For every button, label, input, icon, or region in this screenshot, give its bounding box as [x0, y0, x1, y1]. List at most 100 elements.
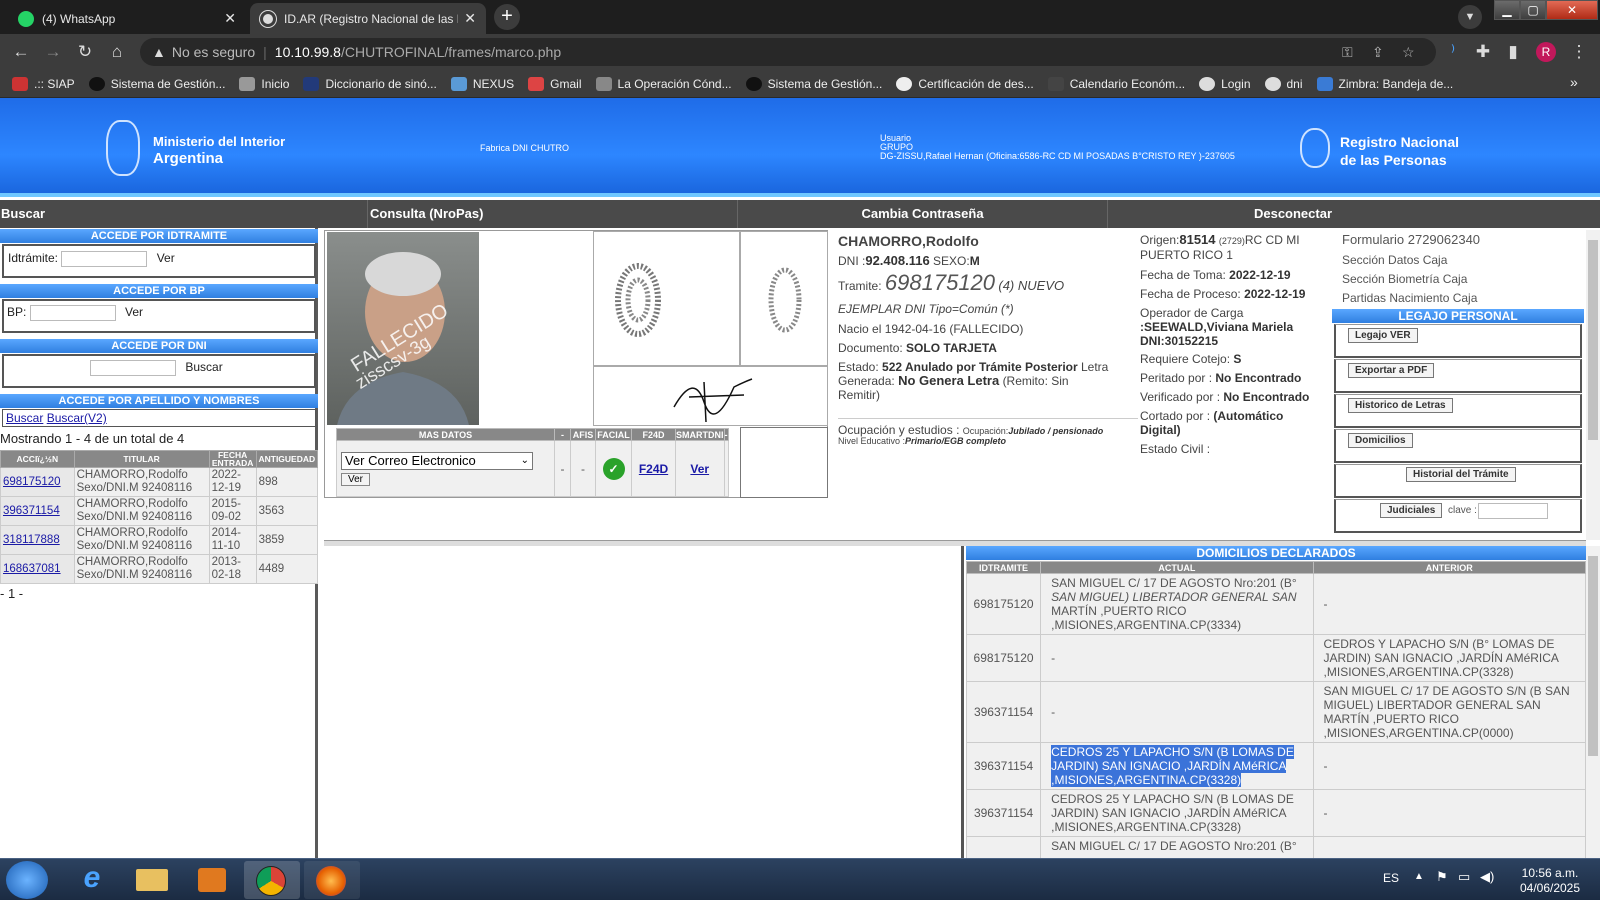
home-icon[interactable]: ⌂ — [106, 42, 128, 62]
bookmark-nexus[interactable]: NEXUS — [450, 76, 514, 91]
media-player-icon[interactable] — [184, 861, 240, 899]
fecha-cell: 2022- 12-19 — [208, 467, 257, 497]
tab-idar[interactable]: ID.AR (Registro Nacional de las P ✕ — [250, 3, 486, 34]
side-panel-icon[interactable]: ▮ — [1502, 42, 1524, 62]
volume-icon[interactable]: ◀) — [1480, 869, 1494, 885]
bookmark-calendario[interactable]: Calendario Económ... — [1047, 76, 1185, 91]
window-close-button[interactable]: ✕ — [1546, 0, 1598, 20]
internet-explorer-icon[interactable]: e — [64, 861, 120, 899]
chrome-icon[interactable] — [244, 861, 300, 899]
bookmark-operacion[interactable]: La Operación Cónd... — [595, 76, 732, 91]
bookmark-login[interactable]: Login — [1199, 76, 1251, 91]
historico-letras-button[interactable]: Historico de Letras — [1348, 398, 1453, 413]
bookmark-sistema-gestion-2[interactable]: Sistema de Gestión... — [745, 76, 882, 91]
share-icon[interactable]: ⇪ — [1372, 44, 1384, 61]
minimize-button[interactable]: ▁ — [1494, 0, 1520, 20]
tramite-link[interactable]: 168637081 — [0, 554, 75, 584]
security-label[interactable]: No es seguro — [172, 44, 255, 60]
maximize-button[interactable]: ▢ — [1520, 0, 1546, 20]
exportar-pdf-button[interactable]: Exportar a PDF — [1348, 363, 1435, 378]
menu-desconectar[interactable]: Desconectar — [1108, 200, 1478, 228]
domicilios-button[interactable]: Domicilios — [1348, 433, 1413, 448]
back-icon[interactable]: ← — [10, 42, 32, 62]
bookmark-zimbra[interactable]: Zimbra: Bandeja de... — [1316, 76, 1453, 91]
table-row: 318117888 CHAMORRO,Rodolfo Sexo/DNI.M 924… — [0, 525, 319, 555]
bookmark-sistema-gestion[interactable]: Sistema de Gestión... — [88, 76, 225, 91]
tab-search-icon[interactable]: ▼ — [1458, 5, 1482, 29]
person-info: CHAMORRO,Rodolfo DNI :92.408.116 SEXO:M … — [828, 230, 1138, 450]
close-tab-icon[interactable]: ✕ — [224, 10, 236, 27]
menu-cambia-contrasena[interactable]: Cambia Contraseña — [738, 200, 1108, 228]
tramite-link[interactable]: 396371154 — [0, 496, 75, 526]
bookmark-certificacion[interactable]: Certificación de des... — [896, 76, 1034, 91]
antiguedad-cell: 4489 — [255, 554, 319, 584]
idtramite-input[interactable] — [61, 251, 148, 267]
dni-buscar-button[interactable]: Buscar — [185, 360, 222, 374]
bookmark-gmail[interactable]: Gmail — [528, 76, 582, 91]
action-center-icon[interactable]: ⚑ — [1436, 869, 1448, 885]
seccion-biometria-caja[interactable]: Sección Biometría Caja — [1342, 272, 1467, 286]
titular-cell: CHAMORRO,Rodolfo Sexo/DNI.M 92408116 — [73, 554, 210, 584]
buscar-link[interactable]: Buscar — [6, 411, 43, 425]
seccion-datos-caja[interactable]: Sección Datos Caja — [1342, 253, 1447, 267]
language-indicator[interactable]: ES — [1383, 871, 1399, 885]
extension-icon[interactable]: ⁾ — [1442, 42, 1464, 62]
f24d-link[interactable]: F24D — [631, 440, 676, 497]
historial-tramite-button[interactable]: Historial del Trámite — [1406, 467, 1516, 482]
site-icon — [303, 76, 320, 91]
warning-icon[interactable]: ▲ — [152, 44, 166, 60]
close-tab-icon[interactable]: ✕ — [464, 10, 476, 27]
formulario[interactable]: Formulario 2729062340 — [1342, 233, 1480, 247]
bookmark-star-icon[interactable]: ☆ — [1402, 44, 1415, 61]
judiciales-button[interactable]: Judiciales — [1380, 503, 1443, 518]
idtramite-form: Idtrámite: Ver — [2, 244, 316, 278]
check-icon[interactable]: ✓ — [602, 457, 625, 480]
scroll-thumb[interactable] — [1588, 240, 1598, 440]
idtramite-ver-button[interactable]: Ver — [157, 251, 175, 265]
col-actual: ACTUAL — [1040, 561, 1314, 574]
partidas-caja[interactable]: Partidas Nacimiento Caja — [1342, 291, 1477, 305]
pager[interactable]: - 1 - — [0, 586, 23, 601]
correo-select[interactable]: Ver Correo Electronico ⌄ — [341, 451, 533, 470]
bookmark-inicio[interactable]: Inicio — [239, 76, 289, 91]
top-scrollbar[interactable] — [1586, 230, 1600, 540]
clock[interactable]: 10:56 a.m. 04/06/2025 — [1510, 866, 1590, 896]
forward-icon[interactable]: → — [42, 42, 64, 62]
buscar-v2-link[interactable]: Buscar(V2) — [47, 411, 107, 425]
more-bookmarks-icon[interactable]: » — [1570, 74, 1578, 90]
tab-whatsapp[interactable]: (4) WhatsApp ✕ — [8, 3, 246, 34]
menu-dots-icon[interactable]: ⋮ — [1568, 42, 1590, 62]
bookmark-dni[interactable]: dni — [1264, 76, 1303, 91]
bp-ver-button[interactable]: Ver — [125, 305, 143, 319]
network-icon[interactable]: ▭ — [1458, 869, 1470, 885]
tramite-link[interactable]: 318117888 — [0, 525, 75, 555]
firefox-icon[interactable] — [304, 861, 360, 899]
bottom-scrollbar[interactable] — [1586, 546, 1600, 858]
nivel-educativo: Nivel Educativo :Primario/EGB completo — [838, 436, 1007, 446]
bp-input[interactable] — [29, 305, 116, 321]
bookmark-siap[interactable]: .:: SIAP — [12, 76, 75, 91]
start-button[interactable] — [6, 861, 48, 899]
profile-avatar[interactable]: R — [1536, 42, 1556, 62]
address-bar[interactable]: ▲ No es seguro | 10.10.99.8 /CHUTROFINAL… — [140, 38, 1436, 66]
header-divider — [0, 193, 1600, 197]
menu-buscar[interactable]: Buscar — [0, 200, 368, 228]
tray-arrow-icon[interactable]: ▲ — [1414, 871, 1424, 882]
dni-input[interactable] — [90, 360, 176, 376]
coat-of-arms-icon — [106, 120, 140, 176]
correo-ver-button[interactable]: Ver — [341, 472, 371, 486]
puzzle-icon[interactable]: ✚ — [1472, 42, 1494, 62]
tramite-link[interactable]: 698175120 — [0, 467, 75, 497]
menu-consulta[interactable]: Consulta (NroPas) — [368, 200, 738, 228]
legajo-ver-button[interactable]: Legajo VER — [1348, 328, 1418, 343]
key-icon[interactable]: ⚿ — [1342, 44, 1353, 61]
scroll-thumb[interactable] — [1588, 556, 1598, 756]
bookmark-diccionario[interactable]: Diccionario de sinó... — [303, 76, 437, 91]
smartdni-ver-link[interactable]: Ver — [675, 440, 725, 497]
reload-icon[interactable]: ↻ — [74, 42, 96, 62]
new-tab-button[interactable]: + — [494, 4, 520, 30]
clave-input[interactable] — [1478, 503, 1548, 519]
person-name: CHAMORRO,Rodolfo — [838, 233, 979, 249]
renaper-logo-icon — [1300, 128, 1330, 168]
file-explorer-icon[interactable] — [124, 861, 180, 899]
